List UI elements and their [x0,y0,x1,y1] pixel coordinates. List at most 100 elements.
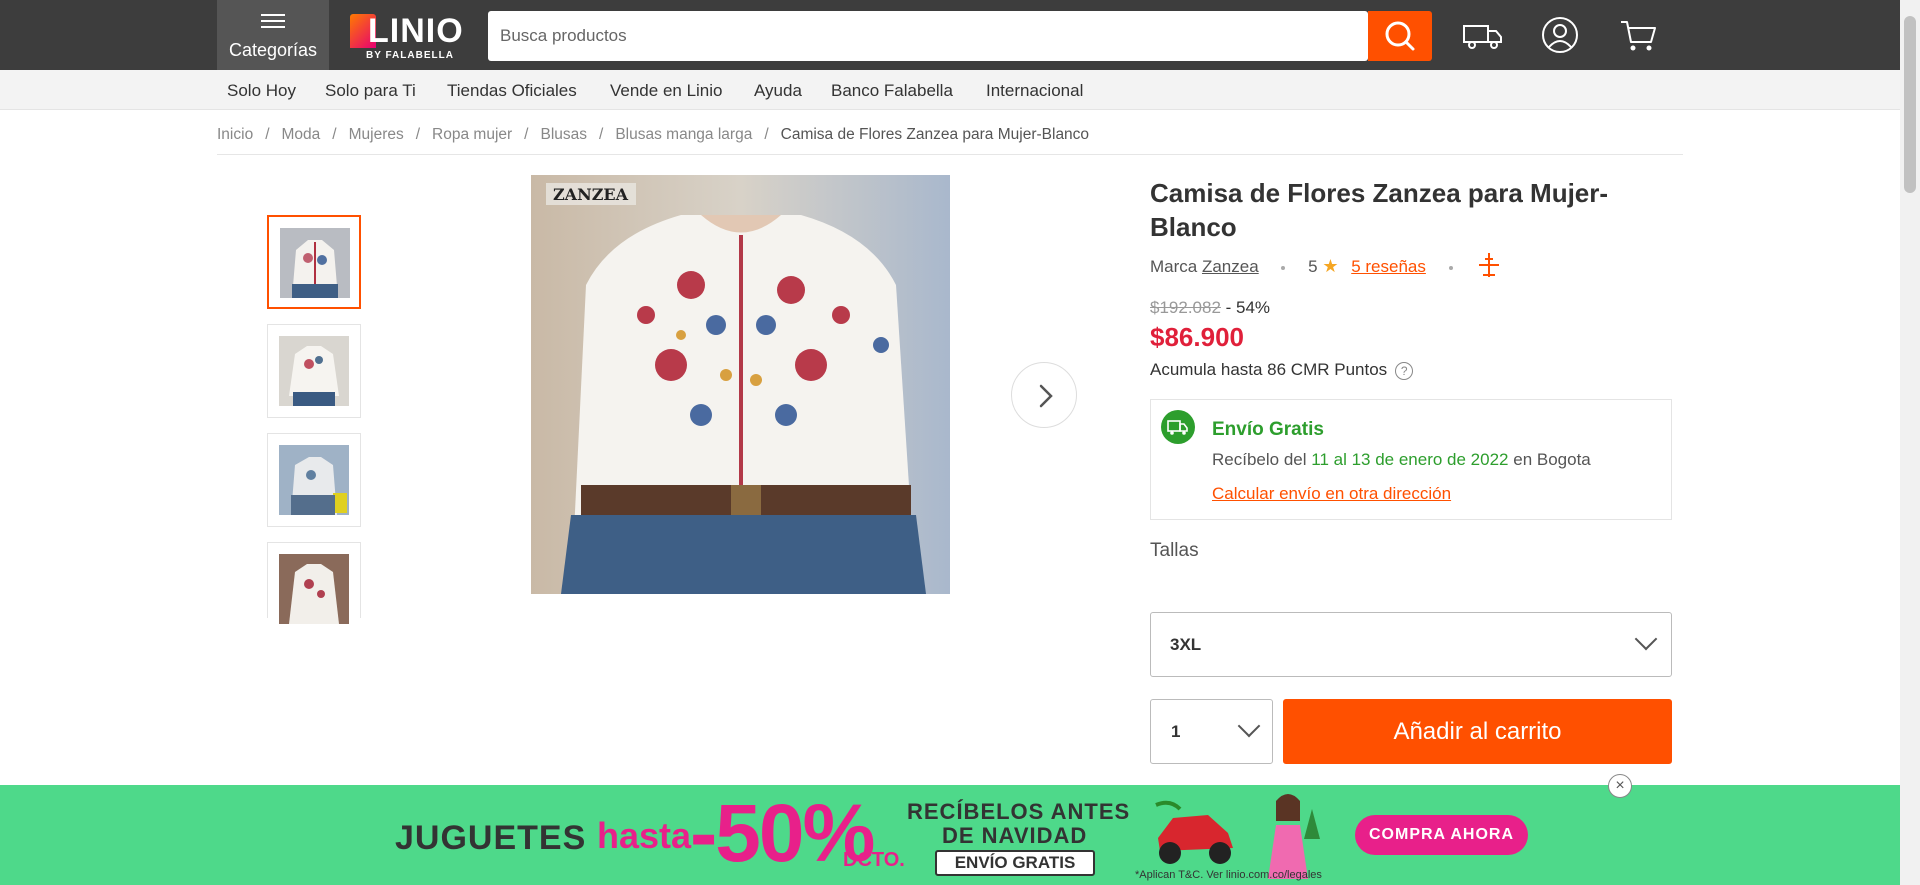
next-image-button[interactable] [1011,362,1077,428]
breadcrumb-separator: / [332,126,337,143]
shipping-box: Envío Gratis Recíbelo del 11 al 13 de en… [1150,399,1672,520]
quantity-select[interactable]: 1 [1150,699,1273,764]
nav-tiendas-oficiales[interactable]: Tiendas Oficiales [447,81,577,101]
quantity-value: 1 [1171,722,1181,741]
breadcrumb-item[interactable]: Blusas [540,126,587,143]
breadcrumb-divider [217,154,1683,155]
blouse-thumbnail-image [279,445,349,515]
brand-watermark: ZANZEA [553,185,629,204]
breadcrumb-item[interactable]: Moda [282,126,321,143]
cmr-points: Acumula hasta 86 CMR Puntos? [1150,360,1414,380]
doll-image [1268,794,1320,879]
reviews-link[interactable]: 5 reseñas [1351,257,1426,276]
menu-icon [261,14,285,30]
breadcrumb-separator: / [415,126,421,143]
chevron-right-icon [1039,384,1053,408]
blouse-thumbnail-image [279,554,349,624]
breadcrumb-current: Camisa de Flores Zanzea para Mujer-Blanc… [780,126,1090,143]
breadcrumb-separator: / [265,126,270,143]
blouse-thumbnail-image [279,336,349,406]
chevron-down-icon [1634,627,1658,651]
nav-internacional[interactable]: Internacional [986,81,1083,101]
meta-dot [1448,265,1453,270]
user-icon [1542,17,1578,53]
thumbnail-2[interactable] [267,324,361,418]
buy-now-button[interactable]: COMPRA AHORA [1355,815,1528,855]
banner-legal: *Aplican T&C. Ver linio.com.co/legales [1135,869,1322,881]
airplane-icon [1479,252,1500,277]
current-price: $86.900 [1150,322,1244,352]
help-icon[interactable]: ? [1395,361,1414,380]
thumbnail-1[interactable] [267,215,361,309]
main-product-image[interactable]: ZANZEA [531,175,950,594]
breadcrumb: Inicio / Moda / Mujeres / Ropa mujer / Blusas / Bl… [217,126,1089,144]
delivery-estimate: Recíbelo del 11 al 13 de enero de 2022 e… [1212,450,1591,470]
search-input[interactable] [488,11,1368,61]
delivery-city: en Bogota [1513,450,1591,469]
toy-car-image [1155,800,1233,864]
delivery-dates: 11 al 13 de enero de 2022 [1311,450,1509,469]
breadcrumb-separator: / [524,126,529,143]
account-button[interactable] [1538,14,1582,58]
points-text: Acumula hasta 86 CMR Puntos [1150,360,1388,379]
nav-banco-falabella[interactable]: Banco Falabella [831,81,953,101]
meta-dot [1281,265,1286,270]
linio-logo[interactable]: LINIO BY FALABELLA [350,10,470,62]
product-title: Camisa de Flores Zanzea para Mujer-Blanc… [1150,178,1609,242]
search-icon [1385,21,1415,51]
banner-dcto: DCTO. [843,849,905,871]
shipping-truck-icon [1161,410,1195,444]
brand-link[interactable]: Zanzea [1202,257,1259,276]
thumbnail-4[interactable] [267,542,361,624]
breadcrumb-item[interactable]: Blusas manga larga [615,126,752,143]
cart-icon [1621,21,1656,51]
promo-banner[interactable]: JUGUETES hasta -50% DCTO. RECÍBELOS ANTE… [0,785,1900,885]
shipping-truck-button[interactable] [1460,14,1504,58]
brand-label: Marca [1150,257,1198,276]
nav-ayuda[interactable]: Ayuda [754,81,802,101]
nav-solo-para-ti[interactable]: Solo para Ti [325,81,416,101]
categories-label: Categorías [228,40,318,60]
top-header: Categorías LINIO BY FALABELLA [0,0,1900,70]
search-box [488,11,1368,61]
size-value: 3XL [1170,635,1202,654]
blouse-thumbnail-image [280,228,350,298]
categories-button[interactable]: Categorías [217,0,329,70]
cart-button[interactable] [1616,14,1660,58]
star-icon: ★ [1322,256,1339,276]
old-price-row: $192.082 - 54% [1150,298,1270,318]
product-meta: Marca Zanzea 5 ★ 5 reseñas [1150,252,1503,279]
old-price: $192.082 [1150,298,1221,317]
close-banner-button[interactable]: × [1608,774,1632,798]
page-scrollbar[interactable] [1900,0,1920,885]
truck-icon [1463,25,1502,49]
breadcrumb-item[interactable]: Ropa mujer [432,126,512,143]
banner-receive-line2: DE NAVIDAD [942,823,1088,848]
chevron-down-icon [1237,714,1261,738]
banner-free-shipping: ENVÍO GRATIS [935,850,1095,876]
thumbnail-3[interactable] [267,433,361,527]
free-shipping-title: Envío Gratis [1212,419,1324,440]
size-select[interactable]: 3XL [1150,612,1672,677]
breadcrumb-separator: / [764,126,769,143]
main-nav: Solo Hoy Solo para Ti Tiendas Oficiales … [0,70,1900,110]
delivery-prefix: Recíbelo del [1212,450,1307,469]
nav-vende-en-linio[interactable]: Vende en Linio [610,81,723,101]
blouse-photo: ZANZEA [531,175,950,594]
calc-shipping-link[interactable]: Calcular envío en otra dirección [1212,484,1451,504]
add-to-cart-button[interactable]: Añadir al carrito [1283,699,1672,764]
breadcrumb-separator: / [599,126,604,143]
banner-receive-line1: RECÍBELOS ANTES [907,799,1131,824]
logo-sub: BY FALABELLA [366,50,454,61]
breadcrumb-item[interactable]: Inicio [217,126,253,143]
search-button[interactable] [1368,11,1432,61]
nav-solo-hoy[interactable]: Solo Hoy [227,81,296,101]
discount: - 54% [1225,298,1271,317]
rating-value: 5 [1308,257,1318,276]
banner-juguetes: JUGUETES [395,819,587,857]
scrollbar-thumb[interactable] [1904,16,1916,193]
banner-hasta: hasta [597,815,692,856]
logo-word: LINIO [368,12,464,50]
sizes-label: Tallas [1150,540,1199,561]
breadcrumb-item[interactable]: Mujeres [349,126,404,143]
